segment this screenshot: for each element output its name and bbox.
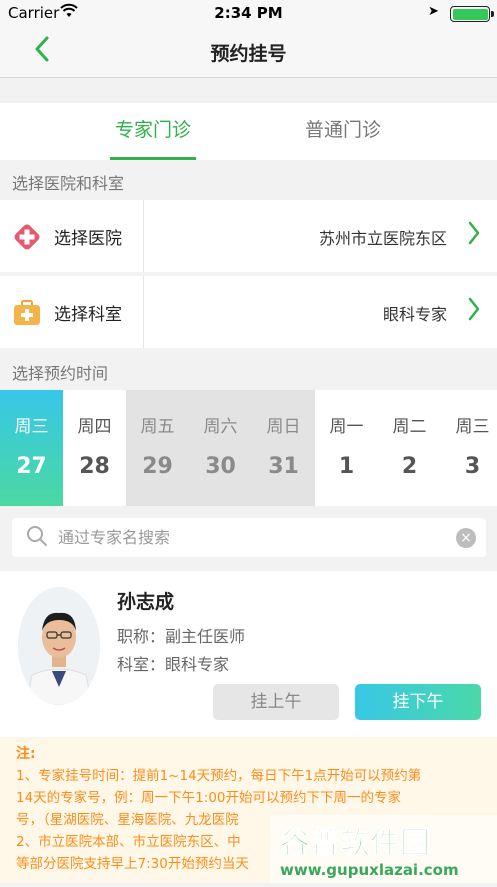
- notice-line: 1、专家挂号时间：提前1~14天预约，每日下午1点开始可以预约第: [16, 768, 422, 784]
- clear-icon[interactable]: ×: [456, 528, 476, 548]
- tab-active-indicator: [110, 157, 196, 160]
- date-cell: 周日 31: [252, 390, 315, 506]
- date-number: 29: [142, 454, 173, 479]
- search-input[interactable]: [58, 518, 448, 557]
- date-cell[interactable]: 周三 27: [0, 390, 63, 506]
- book-afternoon-button[interactable]: 挂下午: [355, 684, 481, 720]
- date-number: 30: [205, 454, 236, 479]
- hospital-label: 选择医院: [54, 229, 122, 249]
- location-arrow-icon: ➤: [428, 4, 439, 19]
- notice-heading: 注:: [16, 746, 36, 762]
- clock: 2:34 PM: [214, 4, 283, 22]
- section-header-time: 选择预约时间: [12, 364, 109, 383]
- chevron-right-icon: [467, 220, 481, 253]
- date-number: 3: [464, 454, 481, 479]
- hospital-value: 苏州市立医院东区: [318, 229, 447, 248]
- doctor-department: 科室：眼科专家: [117, 655, 230, 674]
- page-title: 预约挂号: [210, 43, 287, 65]
- svg-text:谷普软件园: 谷普软件园: [280, 826, 430, 861]
- tab-label: 普通门诊: [304, 119, 381, 141]
- department-value: 眼科专家: [382, 305, 447, 324]
- medical-kit-icon: [12, 298, 42, 328]
- watermark-logo: 谷普软件园 www.gupuxlazai.com: [270, 815, 497, 883]
- divider: [143, 200, 144, 272]
- date-cell[interactable]: 周三 3: [441, 390, 497, 506]
- status-bar: Carrier 2:34 PM ➤: [0, 0, 497, 26]
- date-number: 28: [79, 454, 110, 479]
- date-number: 31: [268, 454, 299, 479]
- avatar: [18, 587, 100, 705]
- date-weekday: 周四: [77, 417, 112, 437]
- date-number: 27: [16, 454, 47, 479]
- select-department-row[interactable]: 选择科室 眼科专家: [0, 276, 497, 348]
- doctor-search-bar: ×: [12, 518, 486, 557]
- date-weekday: 周一: [329, 417, 364, 437]
- date-number: 1: [338, 454, 355, 479]
- doctor-card[interactable]: 孙志成 职称：副主任医师 科室：眼科专家 挂上午 挂下午: [0, 571, 497, 737]
- department-label: 选择科室: [54, 305, 122, 325]
- tab-general-clinic[interactable]: 普通门诊: [248, 103, 496, 160]
- date-weekday: 周五: [140, 417, 175, 437]
- date-cell[interactable]: 周一 1: [315, 390, 378, 506]
- date-weekday: 周三: [14, 417, 49, 437]
- tab-expert-clinic[interactable]: 专家门诊: [0, 103, 248, 160]
- section-header-hospital: 选择医院和科室: [12, 174, 125, 193]
- tab-label: 专家门诊: [114, 119, 191, 141]
- book-morning-button[interactable]: 挂上午: [213, 684, 339, 720]
- divider: [143, 276, 144, 348]
- date-cell[interactable]: 周二 2: [378, 390, 441, 506]
- date-weekday: 周日: [266, 417, 301, 437]
- date-weekday: 周二: [392, 417, 427, 437]
- doctor-title: 职称：副主任医师: [117, 627, 246, 646]
- battery-icon: [450, 6, 494, 22]
- date-weekday: 周三: [455, 417, 490, 437]
- svg-text:www.gupuxlazai.com: www.gupuxlazai.com: [280, 861, 459, 879]
- date-cell[interactable]: 周四 28: [63, 390, 126, 506]
- date-picker: 周三 27 周四 28 周五 29 周六 30 周日 31 周一 1 周二 2 周三 3: [0, 390, 497, 506]
- hospital-icon: [12, 222, 42, 252]
- date-weekday: 周六: [203, 417, 238, 437]
- notice-line: 14天的专家号，例：周一下午1:00开始可以预约下下周一的专家: [16, 790, 401, 806]
- chevron-right-icon: [467, 296, 481, 329]
- doctor-name: 孙志成: [117, 591, 175, 613]
- date-cell: 周五 29: [126, 390, 189, 506]
- clinic-tabs: 专家门诊 普通门诊: [0, 103, 497, 160]
- search-icon: [26, 525, 48, 547]
- navigation-bar: 预约挂号: [0, 26, 497, 78]
- date-cell: 周六 30: [189, 390, 252, 506]
- date-number: 2: [401, 454, 418, 479]
- select-hospital-row[interactable]: 选择医院 苏州市立医院东区: [0, 200, 497, 272]
